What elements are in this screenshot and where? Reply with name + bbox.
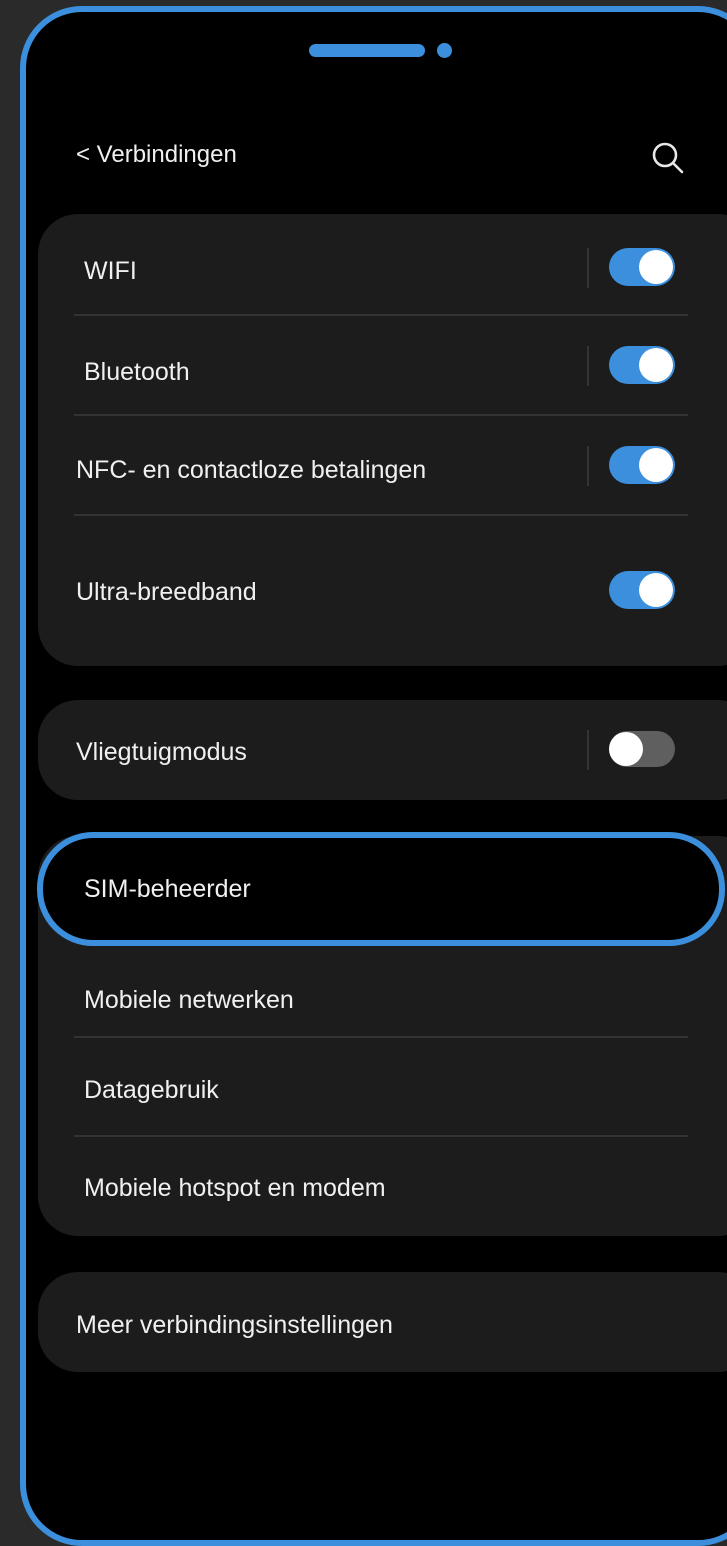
row-separator <box>587 446 589 486</box>
mobiele-hotspot-label: Mobiele hotspot en modem <box>84 1174 386 1202</box>
meer-verbindingsinstellingen-label: Meer verbindingsinstellingen <box>76 1311 393 1339</box>
wifi-label: WIFI <box>84 257 137 285</box>
datagebruik-label: Datagebruik <box>84 1076 219 1104</box>
vliegtuigmodus-label: Vliegtuigmodus <box>76 738 247 766</box>
search-icon[interactable] <box>648 138 688 178</box>
ultra-breedband-label: Ultra-breedband <box>76 578 257 606</box>
divider <box>74 314 688 316</box>
mobiele-netwerken-label: Mobiele netwerken <box>84 986 294 1014</box>
bluetooth-toggle[interactable] <box>609 346 675 384</box>
sim-beheerder-label: SIM-beheerder <box>84 875 251 903</box>
divider <box>74 514 688 516</box>
toggle-knob <box>639 573 673 607</box>
row-separator <box>587 730 589 770</box>
bluetooth-label: Bluetooth <box>84 358 190 386</box>
divider <box>74 1036 688 1038</box>
row-separator <box>587 346 589 386</box>
row-separator <box>587 248 589 288</box>
status-notch-dot <box>437 43 452 58</box>
divider <box>74 1135 688 1137</box>
nfc-toggle[interactable] <box>609 446 675 484</box>
toggle-knob <box>639 250 673 284</box>
wifi-toggle[interactable] <box>609 248 675 286</box>
divider <box>74 414 688 416</box>
nfc-label: NFC- en contactloze betalingen <box>76 456 427 484</box>
toggle-knob <box>639 348 673 382</box>
status-notch-bar <box>309 44 425 57</box>
ultra-breedband-toggle[interactable] <box>609 571 675 609</box>
vliegtuigmodus-toggle[interactable] <box>609 731 675 767</box>
toggle-knob <box>639 448 673 482</box>
toggle-knob <box>609 732 643 766</box>
back-link-verbindingen[interactable]: < Verbindingen <box>76 140 237 170</box>
